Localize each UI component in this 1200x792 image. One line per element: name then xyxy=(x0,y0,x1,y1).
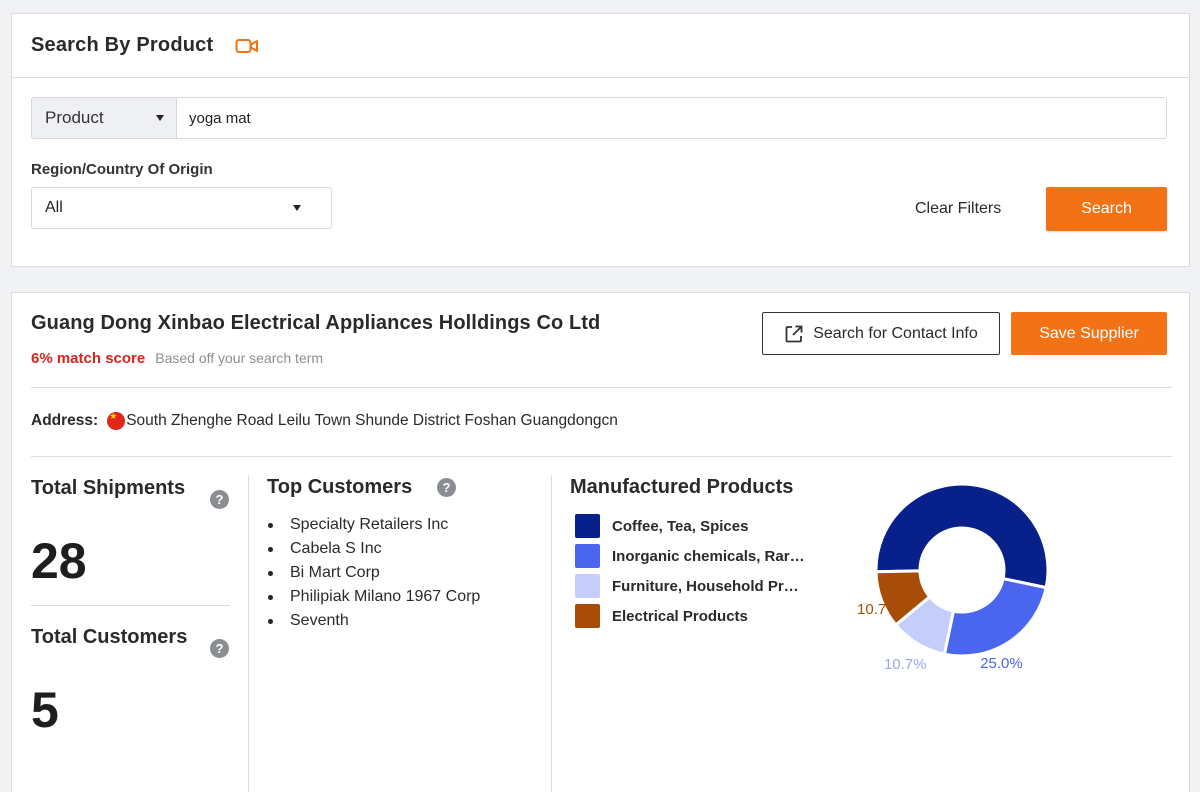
china-flag-icon xyxy=(107,411,126,430)
caret-down-icon xyxy=(293,205,301,211)
legend-item[interactable]: Electrical Products xyxy=(575,601,805,631)
search-type-value: Product xyxy=(45,108,104,127)
top-customers-list: Specialty Retailers Inc Cabela S Inc Bi Ma… xyxy=(267,513,480,633)
match-score: 6% match score xyxy=(31,350,146,367)
legend-label: Inorganic chemicals, Rar… xyxy=(612,547,805,565)
supplier-result-card: Guang Dong Xinbao Electrical Appliances … xyxy=(11,292,1190,792)
manufactured-products-title: Manufactured Products xyxy=(570,476,794,498)
donut-value-label: 10.7% xyxy=(884,656,927,673)
customer-list-item: Bi Mart Corp xyxy=(267,561,480,585)
column-divider xyxy=(551,475,552,792)
supplier-name[interactable]: Guang Dong Xinbao Electrical Appliances … xyxy=(31,312,600,335)
total-shipments-value: 28 xyxy=(31,533,87,589)
legend-swatch xyxy=(575,604,600,628)
help-icon[interactable]: ? xyxy=(437,478,456,497)
legend-label: Electrical Products xyxy=(612,607,748,625)
legend-item[interactable]: Furniture, Household Pr… xyxy=(575,571,805,601)
divider xyxy=(31,456,1172,457)
video-icon[interactable] xyxy=(235,37,259,55)
total-shipments-label: Total Shipments xyxy=(31,477,186,499)
legend-label: Furniture, Household Pr… xyxy=(612,577,799,595)
search-contact-info-button[interactable]: Search for Contact Info xyxy=(762,312,1000,355)
legend-item[interactable]: Inorganic chemicals, Rar… xyxy=(575,541,805,571)
divider xyxy=(31,605,230,606)
match-info: 6% match score Based off your search ter… xyxy=(31,350,323,367)
product-search-row: Product xyxy=(31,97,1167,139)
help-icon[interactable]: ? xyxy=(210,490,229,509)
region-select[interactable]: All xyxy=(31,187,332,229)
match-note: Based off your search term xyxy=(155,350,324,366)
caret-down-icon xyxy=(156,115,164,121)
save-supplier-button[interactable]: Save Supplier xyxy=(1011,312,1167,355)
donut-value-label: 10.7% xyxy=(857,601,900,618)
manufactured-products-donut-chart: 53.6%25.0%10.7%10.7% xyxy=(857,482,1050,673)
customer-list-item: Cabela S Inc xyxy=(267,537,480,561)
address-row: Address: South Zhenghe Road Leilu Town S… xyxy=(31,411,618,430)
address-label: Address: xyxy=(31,412,99,429)
legend-item[interactable]: Coffee, Tea, Spices xyxy=(575,511,805,541)
top-customers-title: Top Customers xyxy=(267,476,413,498)
help-icon[interactable]: ? xyxy=(210,639,229,658)
search-panel-title: Search By Product xyxy=(31,34,214,56)
legend-swatch xyxy=(575,544,600,568)
search-button[interactable]: Search xyxy=(1046,187,1167,231)
total-customers-label: Total Customers xyxy=(31,626,188,648)
customer-list-item: Specialty Retailers Inc xyxy=(267,513,480,537)
divider xyxy=(31,387,1172,388)
search-panel-header: Search By Product xyxy=(12,14,1189,78)
address-value: South Zhenghe Road Leilu Town Shunde Dis… xyxy=(126,412,618,429)
donut-value-label: 25.0% xyxy=(980,655,1023,672)
total-customers-value: 5 xyxy=(31,682,59,738)
region-value: All xyxy=(45,199,63,216)
clear-filters-link[interactable]: Clear Filters xyxy=(915,200,1001,218)
external-link-icon xyxy=(785,325,803,342)
contact-button-label: Search for Contact Info xyxy=(813,324,978,342)
product-search-input[interactable] xyxy=(176,97,1167,139)
legend-label: Coffee, Tea, Spices xyxy=(612,517,749,535)
customer-list-item: Philipiak Milano 1967 Corp xyxy=(267,585,480,609)
chart-legend: Coffee, Tea, Spices Inorganic chemicals, … xyxy=(575,511,805,631)
legend-swatch xyxy=(575,514,600,538)
legend-swatch xyxy=(575,574,600,598)
region-label: Region/Country Of Origin xyxy=(31,161,213,178)
customer-list-item: Seventh xyxy=(267,609,480,633)
donut-slice[interactable] xyxy=(942,576,1048,658)
column-divider xyxy=(248,475,249,792)
search-panel: Search By Product Product Region/Country… xyxy=(11,13,1190,267)
search-type-select[interactable]: Product xyxy=(31,97,176,139)
